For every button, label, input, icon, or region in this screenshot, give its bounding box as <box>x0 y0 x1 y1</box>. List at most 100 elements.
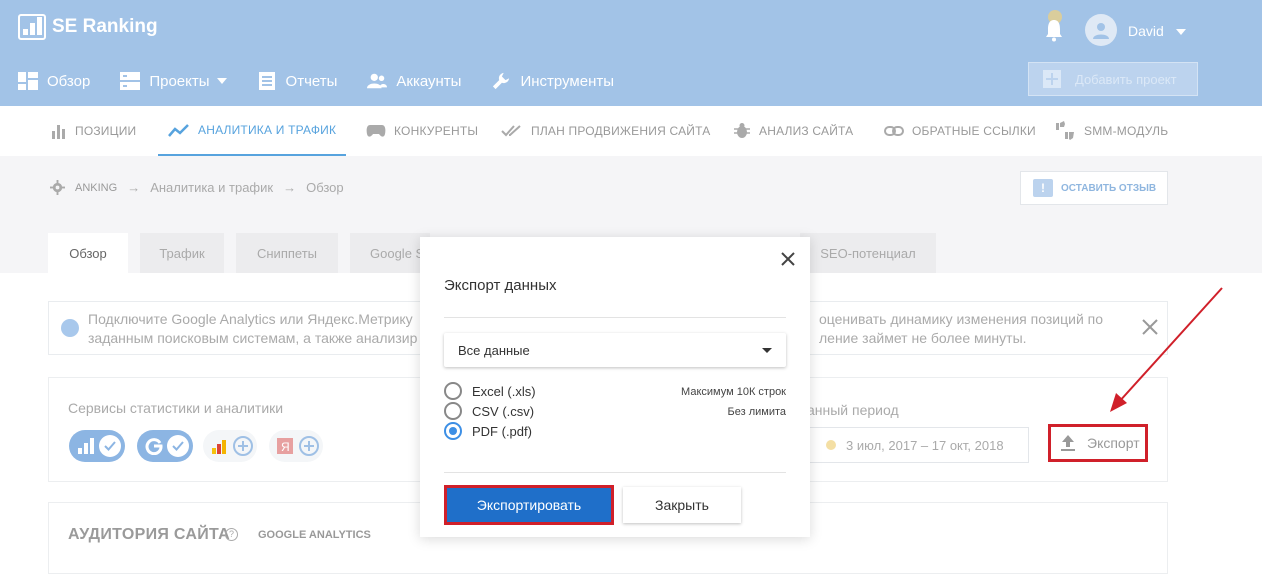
tab-label: АНАЛИТИКА И ТРАФИК <box>198 123 337 137</box>
tab-seo-potential[interactable]: SEO-потенциал <box>800 233 936 273</box>
export-label: Экспорт <box>1087 435 1140 451</box>
service-toggle-analytics[interactable] <box>69 430 125 462</box>
nav-item-tools[interactable]: Инструменты <box>491 66 614 96</box>
feedback-label: ОСТАВИТЬ ОТЗЫВ <box>1061 182 1157 194</box>
format-option-xls[interactable]: Excel (.xls) <box>444 382 536 400</box>
bug-icon <box>734 123 750 138</box>
thumbs-icon <box>1056 121 1074 140</box>
option-note: Максимум 10К строк <box>681 386 786 398</box>
tab-analytics[interactable]: АНАЛИТИКА И ТРАФИК <box>158 106 347 156</box>
tab-backlinks[interactable]: ОБРАТНЫЕ ССЫЛКИ <box>884 106 1036 156</box>
nav-item-label: Отчеты <box>285 72 338 90</box>
avatar[interactable] <box>1085 14 1117 46</box>
tab-label: SEO-потенциал <box>820 245 916 261</box>
option-note: Без лимита <box>727 406 787 418</box>
reports-icon <box>258 72 275 90</box>
format-option-csv[interactable]: CSV (.csv) <box>444 402 534 420</box>
audience-title: АУДИТОРИЯ САЙТА <box>68 526 230 543</box>
tab-traffic[interactable]: Трафик <box>140 233 224 273</box>
projects-icon <box>120 72 141 90</box>
stats-logo-icon <box>78 438 94 454</box>
breadcrumb-section[interactable]: Аналитика и трафик <box>150 180 273 195</box>
chevron-down-icon <box>762 347 772 353</box>
select-value: Все данные <box>458 342 530 358</box>
help-icon[interactable]: ? <box>225 528 238 541</box>
format-option-pdf[interactable]: PDF (.pdf) <box>444 422 532 440</box>
export-modal: Экспорт данных Все данные Excel (.xls) М… <box>420 237 810 537</box>
date-range-picker[interactable]: 3 июл, 2017 – 17 окт, 2018 <box>807 427 1029 463</box>
upload-icon <box>1061 435 1075 451</box>
tab-label: Сниппеты <box>256 245 317 261</box>
nav-item-label: Аккаунты <box>396 72 462 90</box>
radio-button-selected[interactable] <box>444 422 462 440</box>
arrow-right-icon: → <box>127 180 141 195</box>
add-project-button[interactable]: Добавить проект <box>1028 62 1198 96</box>
tab-promotion-plan[interactable]: ПЛАН ПРОДВИЖЕНИЯ САЙТА <box>501 106 710 156</box>
option-label: Excel (.xls) <box>472 383 536 399</box>
close-icon[interactable] <box>1141 318 1159 336</box>
tab-label: SMM-МОДУЛЬ <box>1084 124 1169 138</box>
tab-smm[interactable]: SMM-МОДУЛЬ <box>1054 106 1168 156</box>
date-range-value: 3 июл, 2017 – 17 окт, 2018 <box>846 437 1004 453</box>
banner-line: ление займет не более минуты. <box>819 330 1027 346</box>
service-toggle-google-analytics[interactable] <box>203 430 257 462</box>
svg-text:Я: Я <box>281 440 290 454</box>
nav-item-overview[interactable]: Обзор <box>18 66 90 96</box>
chevron-down-icon[interactable] <box>1176 29 1186 35</box>
tab-label: КОНКУРЕНТЫ <box>394 124 479 138</box>
radio-button[interactable] <box>444 382 462 400</box>
arrow-right-icon: → <box>283 180 297 195</box>
breadcrumb: ANKING → Аналитика и трафик → Обзор <box>50 180 344 195</box>
trend-line-icon <box>168 124 189 137</box>
user-name[interactable]: David <box>1128 23 1164 39</box>
divider <box>444 317 786 318</box>
tab-overview[interactable]: Обзор <box>48 233 128 273</box>
nav-item-accounts[interactable]: Аккаунты <box>367 66 461 96</box>
double-check-icon <box>501 125 521 137</box>
banner-line: заданным поисковым системам, а также ана… <box>88 330 418 346</box>
banner-line: Подключите Google Analytics или Яндекс.М… <box>88 311 413 327</box>
check-icon <box>99 435 121 457</box>
breadcrumb-project[interactable]: ANKING <box>75 182 117 194</box>
chevron-down-icon <box>216 78 227 84</box>
tab-site-audit[interactable]: АНАЛИЗ САЙТА <box>733 106 853 156</box>
google-analytics-icon <box>212 440 226 454</box>
nav-item-projects[interactable]: Проекты <box>120 66 227 96</box>
info-badge-icon <box>61 319 79 337</box>
tab-label: ПЛАН ПРОДВИЖЕНИЯ САЙТА <box>531 124 711 138</box>
export-scope-select[interactable]: Все данные <box>444 333 786 367</box>
wrench-icon <box>493 72 510 90</box>
gear-icon[interactable] <box>50 180 65 195</box>
tab-snippets[interactable]: Сниппеты <box>236 233 338 273</box>
breadcrumb-page: Обзор <box>306 180 344 195</box>
feedback-button[interactable]: ! ОСТАВИТЬ ОТЗЫВ <box>1020 171 1168 205</box>
tab-positions[interactable]: ПОЗИЦИИ <box>51 106 136 156</box>
tab-google-search[interactable]: Google S <box>350 233 430 273</box>
export-submit-button[interactable]: Экспортировать <box>444 485 614 525</box>
dashboard-icon <box>18 72 38 90</box>
logo-icon <box>18 14 46 40</box>
nav-item-reports[interactable]: Отчеты <box>257 66 338 96</box>
radio-button[interactable] <box>444 402 462 420</box>
service-toggle-yandex[interactable]: Я <box>269 430 323 462</box>
yandex-icon: Я <box>277 438 293 454</box>
bell-icon[interactable] <box>1044 18 1064 42</box>
bar-chart-icon <box>52 125 65 139</box>
section-nav: ПОЗИЦИИ АНАЛИТИКА И ТРАФИК КОНКУРЕНТЫ ПЛ… <box>0 106 1262 156</box>
user-icon <box>1093 23 1109 39</box>
export-button[interactable]: Экспорт <box>1048 424 1148 462</box>
card-title: Сервисы статистики и аналитики <box>68 400 284 416</box>
banner-text-right: оценивать динамику изменения позиций по … <box>819 310 1103 348</box>
banner-text-left: Подключите Google Analytics или Яндекс.М… <box>88 310 417 348</box>
calendar-dot-icon <box>826 440 836 450</box>
nav-item-label: Обзор <box>47 72 91 90</box>
app-logo[interactable]: SE Ranking <box>18 14 158 40</box>
option-label: CSV (.csv) <box>472 403 535 419</box>
tab-label: АНАЛИЗ САЙТА <box>759 124 854 138</box>
close-button[interactable]: Закрыть <box>623 487 741 523</box>
add-project-label: Добавить проект <box>1075 71 1177 87</box>
close-icon[interactable] <box>780 251 796 267</box>
service-toggle-google[interactable] <box>137 430 193 462</box>
tab-competitors[interactable]: КОНКУРЕНТЫ <box>366 106 478 156</box>
tab-label: Обзор <box>69 245 107 261</box>
